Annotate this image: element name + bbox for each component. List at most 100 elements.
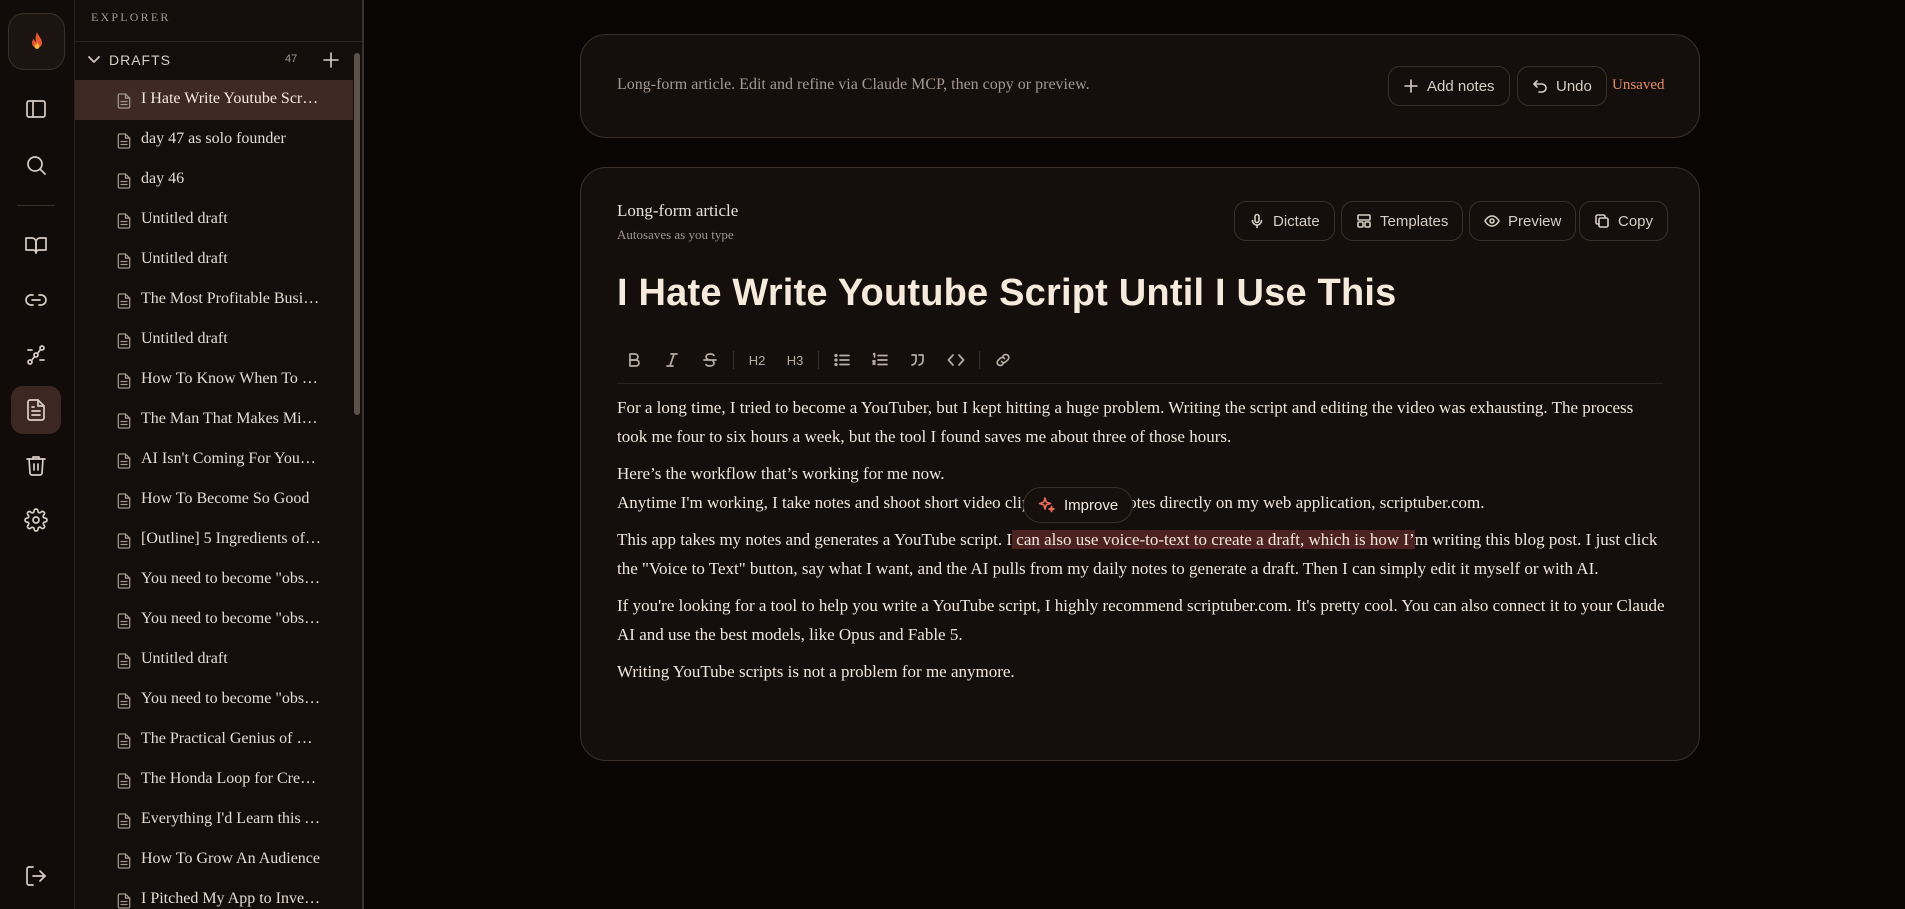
paragraph-4: If you're looking for a tool to help you… — [617, 596, 1665, 644]
undo-button[interactable]: Undo — [1517, 66, 1607, 106]
article-type: Long-form article — [617, 201, 739, 220]
paragraph-3: This app takes my notes and generates a … — [617, 526, 1667, 583]
draft-list-item[interactable]: How To Know When To Quit — [75, 360, 353, 400]
autosave-note: Autosaves as you type — [617, 227, 734, 242]
draft-list-item[interactable]: I Pitched My App to Investors — [75, 880, 353, 909]
flame-icon — [31, 31, 42, 49]
templates-icon — [1357, 214, 1371, 228]
draft-title: day 46 — [141, 170, 185, 187]
document-icon — [117, 733, 131, 749]
draft-title: You need to become "obsessed" — [141, 690, 321, 707]
new-draft-button[interactable] — [321, 50, 341, 70]
bold-icon — [629, 353, 640, 367]
copy-button[interactable]: Copy — [1579, 201, 1669, 241]
selected-text[interactable]: can also use voice-to-text to create a d… — [1012, 530, 1415, 549]
document-icon — [117, 853, 131, 869]
toolbar-divider — [733, 351, 734, 369]
microphone-icon — [1251, 213, 1263, 229]
editor-body[interactable]: For a long time, I tried to become a You… — [617, 394, 1667, 696]
ordered-list-button[interactable] — [863, 343, 897, 377]
quote-button[interactable] — [901, 343, 935, 377]
dictate-button[interactable]: Dictate — [1234, 201, 1335, 241]
draft-title: AI Isn't Coming For Your Job — [141, 450, 321, 467]
toolbar-divider-line — [617, 383, 1663, 384]
quote-icon — [911, 354, 924, 366]
explorer-divider — [75, 41, 362, 42]
bold-button[interactable] — [617, 343, 651, 377]
draft-list-item[interactable]: Untitled draft — [75, 320, 353, 360]
document-icon — [117, 493, 131, 509]
heading3-button[interactable]: H3 — [778, 343, 812, 377]
workflow-icon — [27, 345, 45, 365]
explorer-scrollbar[interactable] — [354, 53, 360, 415]
draft-list-item[interactable]: Everything I'd Learn this Year — [75, 800, 353, 840]
draft-list-item[interactable]: The Practical Genius of Small Habits — [75, 720, 353, 760]
draft-list-item[interactable]: Untitled draft — [75, 200, 353, 240]
dictate-label: Dictate — [1273, 212, 1320, 230]
links-button[interactable] — [11, 276, 61, 324]
eye-icon — [1484, 215, 1500, 227]
rail-divider — [17, 205, 55, 206]
draft-list-item[interactable]: day 46 — [75, 160, 353, 200]
draft-title: Untitled draft — [141, 650, 228, 667]
draft-list-item[interactable]: AI Isn't Coming For Your Job — [75, 440, 353, 480]
draft-list-item[interactable]: The Man That Makes Millions — [75, 400, 353, 440]
draft-list-item[interactable]: You need to become "obsessed" — [75, 560, 353, 600]
document-icon — [117, 413, 131, 429]
italic-icon — [666, 353, 678, 367]
search-button[interactable] — [11, 141, 61, 189]
draft-title: [Outline] 5 Ingredients of a Viral Video — [141, 530, 321, 547]
draft-list-item[interactable]: The Most Profitable Business — [75, 280, 353, 320]
workflow-button[interactable] — [11, 331, 61, 379]
drafts-count: 47 — [285, 53, 298, 65]
document-icon — [117, 813, 131, 829]
templates-button[interactable]: Templates — [1341, 201, 1464, 241]
activity-rail — [0, 0, 75, 909]
logout-icon — [26, 866, 46, 886]
drafts-section-header[interactable]: DRAFTS 47 — [75, 44, 362, 76]
draft-title: day 47 as solo founder — [141, 130, 286, 147]
sidebar-toggle-button[interactable] — [11, 85, 61, 133]
link-button[interactable] — [986, 343, 1020, 377]
add-notes-button[interactable]: Add notes — [1388, 66, 1510, 106]
document-title[interactable]: I Hate Write Youtube Script Until I Use … — [617, 272, 1396, 315]
italic-button[interactable] — [655, 343, 689, 377]
logout-button[interactable] — [11, 852, 61, 900]
chevron-down-icon[interactable] — [87, 52, 101, 66]
draft-list-item[interactable]: [Outline] 5 Ingredients of a Viral Video — [75, 520, 353, 560]
draft-list-item[interactable]: How To Become So Good — [75, 480, 353, 520]
bullet-list-icon — [834, 353, 850, 367]
draft-list-item[interactable]: Untitled draft — [75, 640, 353, 680]
draft-list-item[interactable]: Untitled draft — [75, 240, 353, 280]
draft-list-item[interactable]: day 47 as solo founder — [75, 120, 353, 160]
draft-list-item[interactable]: How To Grow An Audience — [75, 840, 353, 880]
plus-icon — [323, 52, 339, 68]
code-button[interactable] — [939, 343, 973, 377]
search-icon — [27, 156, 46, 175]
draft-title: Untitled draft — [141, 250, 228, 267]
app-logo[interactable] — [8, 13, 65, 70]
trash-button[interactable] — [11, 441, 61, 489]
preview-button[interactable]: Preview — [1469, 201, 1577, 241]
draft-list-item[interactable]: I Hate Write Youtube Script Until I Use … — [75, 80, 353, 120]
drafts-section-label: DRAFTS — [109, 52, 171, 68]
document-icon — [117, 573, 131, 589]
toolbar-divider — [979, 351, 980, 369]
draft-title: The Honda Loop for Creators — [141, 770, 321, 787]
draft-list-item[interactable]: You need to become "obsessed" — [75, 680, 353, 720]
draft-list-item[interactable]: You need to become "obsessed" — [75, 600, 353, 640]
drafts-button[interactable] — [11, 386, 61, 434]
draft-list-item[interactable]: The Honda Loop for Creators — [75, 760, 353, 800]
settings-button[interactable] — [11, 496, 61, 544]
format-toolbar: H2 H3 — [617, 342, 1024, 378]
bullet-list-button[interactable] — [825, 343, 859, 377]
heading2-button[interactable]: H2 — [740, 343, 774, 377]
undo-label: Undo — [1556, 77, 1592, 95]
improve-button[interactable]: Improve — [1023, 487, 1134, 523]
strikethrough-button[interactable] — [693, 343, 727, 377]
draft-title: How To Grow An Audience — [141, 850, 321, 867]
draft-title: The Practical Genius of Small Habits — [141, 730, 321, 747]
library-button[interactable] — [11, 221, 61, 269]
toolbar-divider — [818, 351, 819, 369]
draft-title: Untitled draft — [141, 210, 228, 227]
